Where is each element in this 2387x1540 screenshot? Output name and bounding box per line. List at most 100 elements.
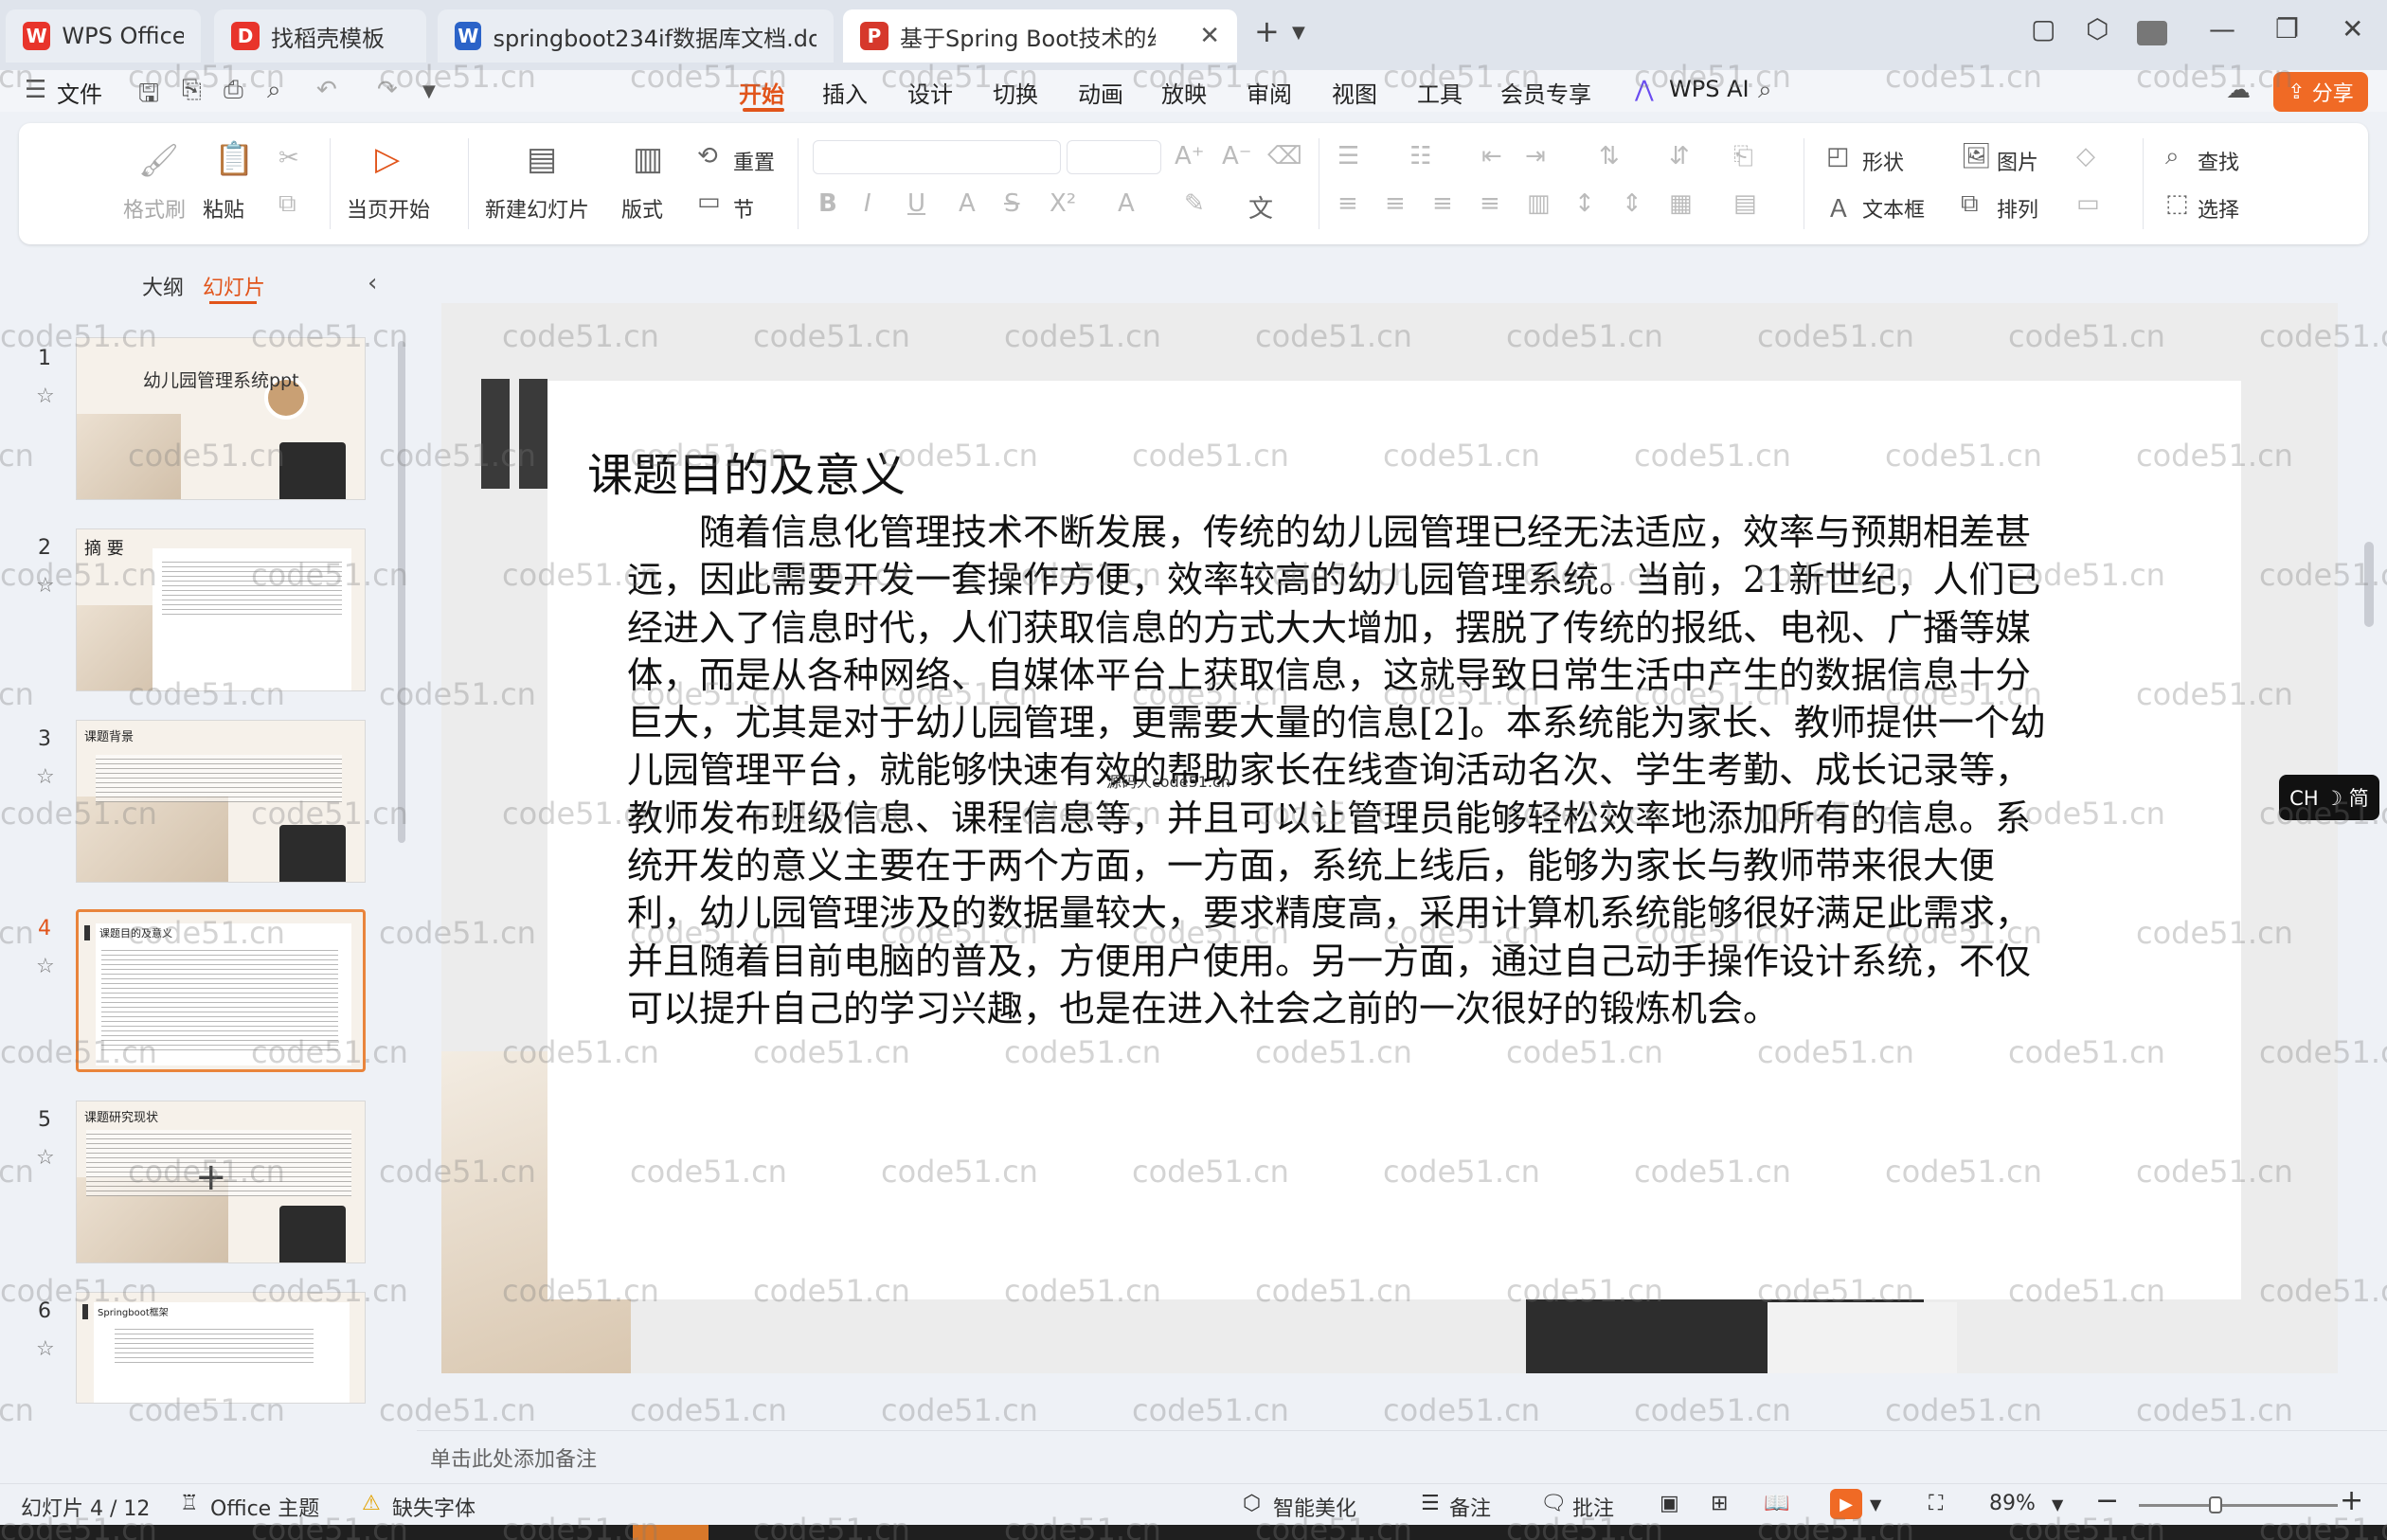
window-layout-icon[interactable]: ▢ <box>2031 13 2055 45</box>
zoom-slider-handle[interactable] <box>2209 1496 2222 1513</box>
menu-home[interactable]: 开始 <box>739 76 784 109</box>
theme-name[interactable]: Office 主题 <box>210 1492 319 1522</box>
cube-icon[interactable]: ⬡ <box>2086 13 2109 45</box>
ime-indicator[interactable]: CH ☽ 简 <box>2279 775 2379 820</box>
picture-button[interactable]: 图片 <box>1997 146 2038 176</box>
slide-thumbnail[interactable]: 课题背景 <box>76 720 366 883</box>
export-icon[interactable]: ⎘ <box>182 76 202 105</box>
fill-icon[interactable]: ◇ <box>2076 142 2095 170</box>
paste-button[interactable]: 粘贴 <box>203 193 244 224</box>
select-button[interactable]: 选择 <box>2198 193 2239 224</box>
increase-font-icon[interactable]: A⁺ <box>1175 142 1205 170</box>
font-size-select[interactable] <box>1067 140 1161 174</box>
columns-icon[interactable]: ▦ <box>1669 189 1693 218</box>
sort-icon[interactable]: ⇵ <box>1669 142 1690 170</box>
align-center-icon[interactable]: ≡ <box>1385 189 1406 218</box>
reading-view-icon[interactable]: 📖 <box>1764 1492 1789 1515</box>
tab-word-doc[interactable]: W springboot234if数据库文档.doc <box>438 9 834 63</box>
notes-toggle-button[interactable]: 备注 <box>1449 1492 1491 1522</box>
comments-button[interactable]: 批注 <box>1572 1492 1614 1522</box>
file-menu[interactable]: 文件 <box>57 76 102 109</box>
zoom-chevron-icon[interactable]: ▼ <box>2052 1495 2063 1513</box>
convert-smartart-icon[interactable]: ⎗ <box>1733 142 1753 171</box>
close-window-button[interactable]: ✕ <box>2342 13 2363 45</box>
star-icon[interactable]: ☆ <box>36 1337 55 1361</box>
menu-animation[interactable]: 动画 <box>1078 76 1123 109</box>
distribute-icon[interactable]: ▥ <box>1527 189 1551 218</box>
font-name-select[interactable] <box>813 140 1061 174</box>
cut-icon[interactable]: ✂ <box>278 144 299 172</box>
menu-design[interactable]: 设计 <box>907 76 953 109</box>
decrease-font-icon[interactable]: A⁻ <box>1222 142 1252 170</box>
zoom-level[interactable]: 89% <box>1989 1492 2036 1515</box>
font-color-icon[interactable]: A <box>1118 189 1135 218</box>
play-options-chevron-icon[interactable]: ▼ <box>1870 1495 1881 1513</box>
bold-icon[interactable]: B <box>818 189 837 218</box>
slide-title[interactable]: 课题目的及意义 <box>587 438 906 504</box>
bullets-icon[interactable]: ☰ <box>1337 142 1359 170</box>
collapse-panel-icon[interactable]: ‹ <box>368 269 377 297</box>
star-icon[interactable]: ☆ <box>36 1146 55 1170</box>
search-icon[interactable]: ⌕ <box>1758 76 1772 105</box>
slide-thumbnail[interactable]: Springboot框架 <box>76 1292 366 1404</box>
play-from-current-button[interactable]: 当页开始 <box>347 193 430 224</box>
text-direction-icon[interactable]: ⇅ <box>1599 142 1620 170</box>
star-icon[interactable]: ☆ <box>36 955 55 978</box>
avatar[interactable] <box>2137 21 2167 45</box>
tab-outline[interactable]: 大纲 <box>142 271 184 301</box>
star-icon[interactable]: ☆ <box>36 574 55 598</box>
decrease-indent-icon[interactable]: ⇤ <box>1481 142 1502 170</box>
format-painter-button[interactable]: 格式刷 <box>123 193 186 224</box>
fit-window-icon[interactable]: ⛶ <box>1929 1492 1943 1515</box>
restore-button[interactable]: ❐ <box>2275 13 2299 45</box>
textbox-button[interactable]: 文本框 <box>1862 193 1925 224</box>
tab-ppt-doc[interactable]: P 基于Spring Boot技术的幼儿 ✕ <box>843 9 1237 63</box>
new-tab-button[interactable]: + <box>1254 13 1280 49</box>
menu-tools[interactable]: 工具 <box>1417 76 1463 109</box>
slide-thumbnail-active[interactable]: 课题目的及意义 <box>76 909 366 1072</box>
star-icon[interactable]: ☆ <box>36 385 55 408</box>
menu-view[interactable]: 视图 <box>1332 76 1377 109</box>
tab-slides[interactable]: 幻灯片 <box>203 271 265 301</box>
superscript-icon[interactable]: X² <box>1050 189 1076 218</box>
paragraph-spacing-icon[interactable]: ⇕ <box>1622 189 1642 218</box>
thumbnail-scrollbar[interactable] <box>398 341 405 843</box>
text-align-vertical-icon[interactable]: ▤ <box>1733 189 1757 218</box>
cloud-upload-icon[interactable]: ☁ <box>2226 76 2251 104</box>
print-icon[interactable]: ⎙ <box>224 76 243 105</box>
menu-member[interactable]: 会员专享 <box>1500 76 1591 109</box>
arrange-button[interactable]: 排列 <box>1997 193 2038 224</box>
play-slideshow-button[interactable]: ▶ <box>1830 1489 1862 1519</box>
new-slide-button[interactable]: 新建幻灯片 <box>485 193 589 224</box>
tab-list-chevron-icon[interactable]: ▼ <box>1292 23 1305 43</box>
strikethrough-icon[interactable]: S <box>1004 189 1020 218</box>
layout-button[interactable]: 版式 <box>621 193 663 224</box>
italic-icon[interactable]: I <box>864 189 871 218</box>
slide-sorter-icon[interactable]: ⊞ <box>1711 1492 1728 1515</box>
tab-docer-templates[interactable]: D 找稻壳模板 <box>214 9 426 63</box>
canvas-scrollbar[interactable] <box>2364 542 2374 627</box>
tab-wps-office[interactable]: W WPS Office <box>6 9 201 63</box>
shape-button[interactable]: 形状 <box>1862 146 1904 176</box>
numbering-icon[interactable]: ☷ <box>1409 142 1431 170</box>
notes-area[interactable]: 单击此处添加备注 <box>417 1430 2387 1483</box>
save-icon[interactable]: 🖫 <box>138 76 159 117</box>
copy-icon[interactable]: ⧉ <box>278 189 296 219</box>
outline-icon[interactable]: ▭ <box>2076 189 2100 218</box>
find-button[interactable]: 查找 <box>2198 146 2239 176</box>
slide-thumbnail[interactable]: 幼儿园管理系统ppt <box>76 337 366 500</box>
star-icon[interactable]: ☆ <box>36 765 55 789</box>
zoom-out-button[interactable]: − <box>2095 1484 2119 1517</box>
redo-icon[interactable]: ↷ <box>377 76 398 104</box>
phonetic-icon[interactable]: 文 <box>1248 189 1273 224</box>
align-right-icon[interactable]: ≡ <box>1432 189 1453 218</box>
print-preview-icon[interactable]: ⌕ <box>267 76 281 105</box>
slide-thumbnail[interactable]: 摘 要 <box>76 528 366 691</box>
taskbar-active-app[interactable] <box>633 1525 709 1540</box>
customize-chevron-icon[interactable]: ▼ <box>422 81 436 101</box>
line-spacing-icon[interactable]: ↕ <box>1574 189 1595 218</box>
undo-icon[interactable]: ↶ <box>316 76 337 104</box>
highlight-icon[interactable]: ✎ <box>1184 189 1205 218</box>
tab-close-icon[interactable]: ✕ <box>1199 22 1220 50</box>
menu-review[interactable]: 审阅 <box>1247 76 1292 109</box>
